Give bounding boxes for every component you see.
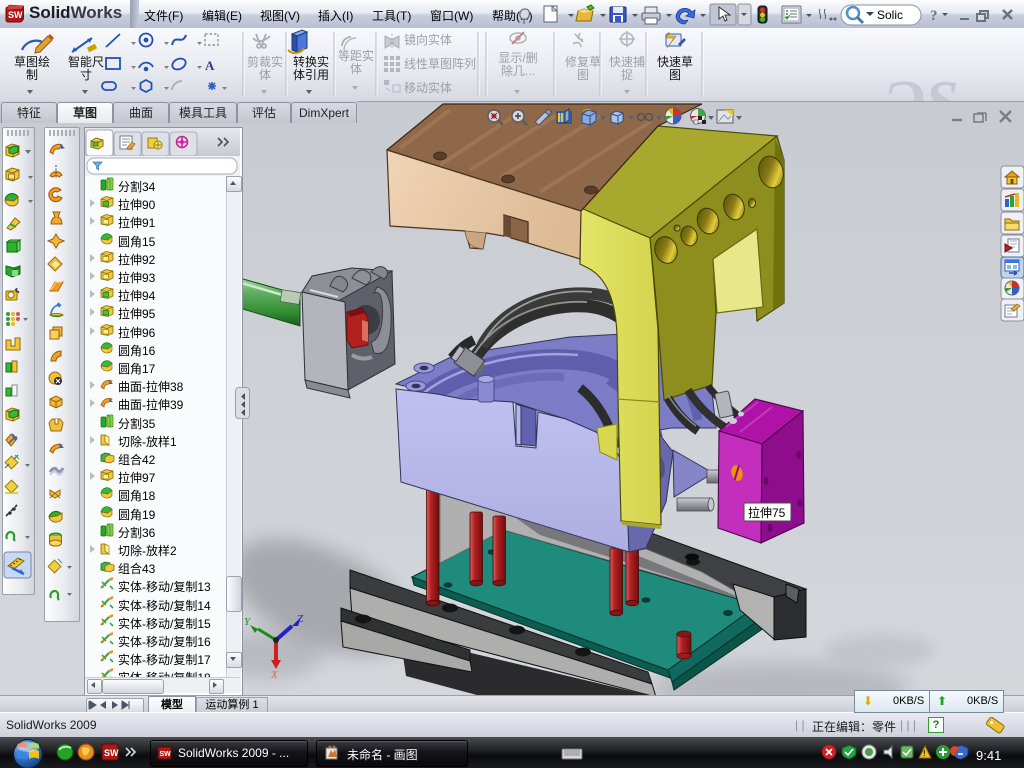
svg-text:SW: SW [160,751,172,758]
svg-text:拉伸75: 拉伸75 [748,505,786,520]
svg-text:A: A [205,58,215,73]
svg-text:SW: SW [104,748,119,758]
svg-text:!: ! [923,749,926,758]
svg-text:X: X [270,669,279,681]
svg-text:Solic: Solic [877,8,903,22]
svg-text:ƆS: ƆS [884,69,958,101]
svg-text:SW: SW [8,10,23,20]
svg-text:?: ? [930,8,938,24]
svg-text:Z: Z [297,613,304,625]
